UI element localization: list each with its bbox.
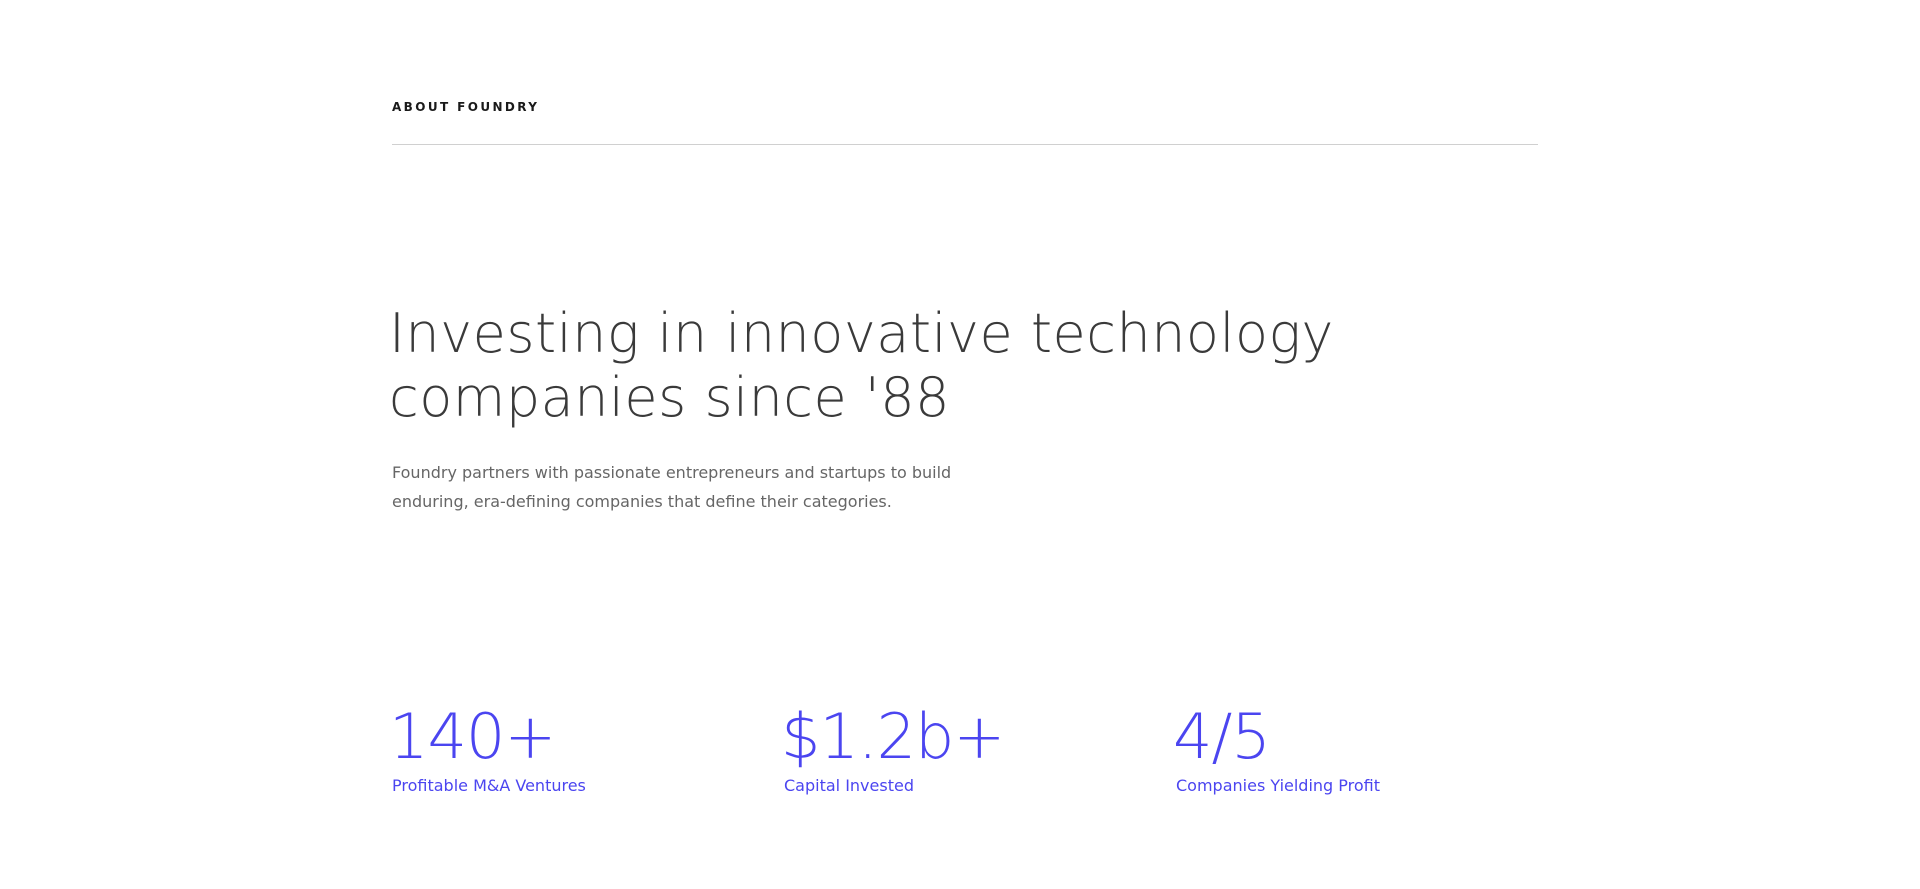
stat-value: 4/5 <box>1173 700 1271 773</box>
stat-label: Companies Yielding Profit <box>1176 776 1381 795</box>
page-headline: Investing in innovative technology compa… <box>389 302 1334 430</box>
headline-line-2: companies since '88 <box>389 366 950 429</box>
section-divider <box>392 144 1538 145</box>
headline-line-1: Investing in innovative technology <box>389 302 1334 365</box>
section-eyebrow: ABOUT FOUNDRY <box>392 100 540 114</box>
stat-value: $1.2b+ <box>781 700 1005 773</box>
stat-label: Profitable M&A Ventures <box>392 776 586 795</box>
stat-profit-ratio: 4/5 Companies Yielding Profit <box>1173 700 1556 796</box>
intro-line-1: Foundry partners with passionate entrepr… <box>392 463 952 482</box>
about-section: ABOUT FOUNDRY Investing in innovative te… <box>389 0 1538 889</box>
intro-line-2: enduring, era-defining companies that de… <box>392 491 892 511</box>
stat-value: 140+ <box>389 700 556 773</box>
stat-label: Capital Invested <box>784 776 914 795</box>
stat-capital: $1.2b+ Capital Invested <box>781 700 1164 796</box>
stat-ventures: 140+ Profitable M&A Ventures <box>389 700 772 796</box>
intro-paragraph: Foundry partners with passionate entrepr… <box>392 459 952 516</box>
